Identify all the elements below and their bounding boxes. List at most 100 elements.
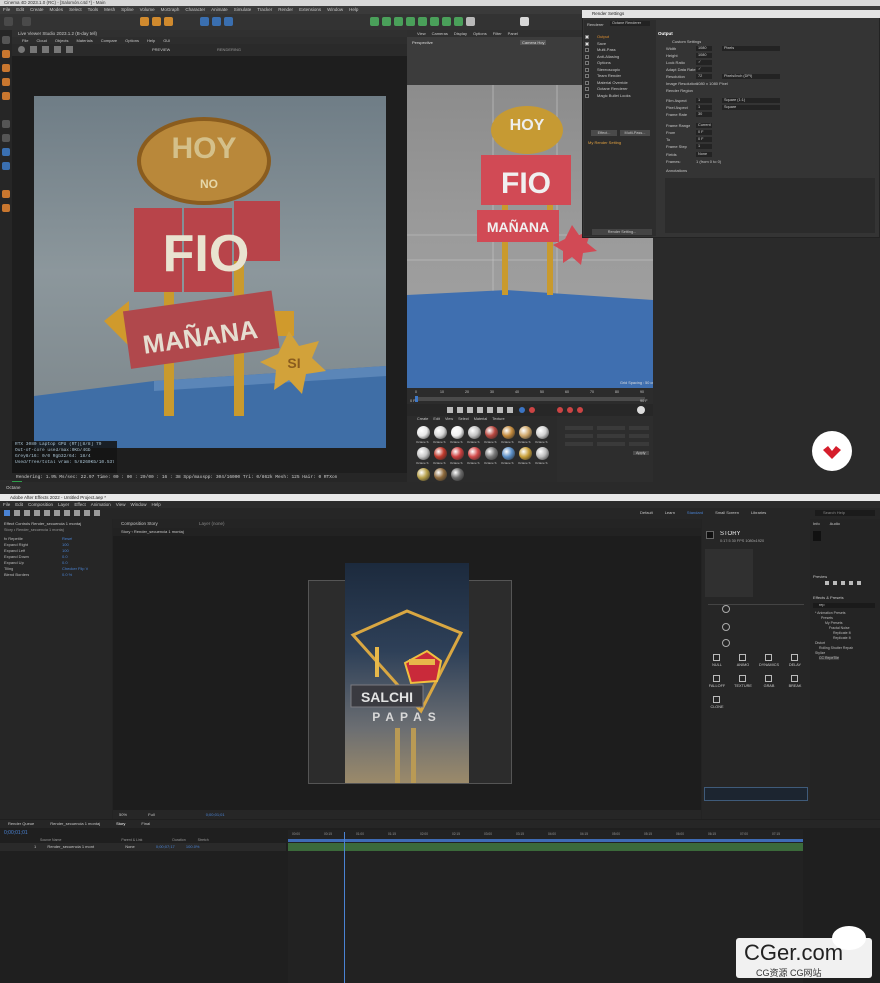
material-menu-item[interactable]: View	[445, 417, 453, 421]
multipass-button[interactable]: Multi-Pass...	[620, 130, 650, 136]
last-frame-icon[interactable]	[857, 581, 861, 585]
render-item-checkbox[interactable]	[585, 87, 589, 91]
key-rotation-icon[interactable]	[577, 407, 583, 413]
c4d-menu-item[interactable]: Modes	[50, 7, 64, 12]
c4d-menu-item[interactable]: File	[3, 7, 10, 12]
c4d-menu-item[interactable]: Spline	[121, 7, 134, 12]
side-tab[interactable]: Info	[813, 521, 820, 526]
render-field-unit-select[interactable]: Pixels/Inch (DPI)	[722, 74, 780, 79]
pan-behind-icon[interactable]	[64, 510, 70, 516]
render-settings-item[interactable]: Team Render	[597, 73, 621, 78]
c4d-menu-item[interactable]: Volume	[140, 7, 155, 12]
zoom-select[interactable]: 50%	[119, 812, 127, 817]
selection-tool-icon[interactable]	[14, 510, 20, 516]
c4d-menu-item[interactable]: Tracker	[257, 7, 272, 12]
edges-mode-icon[interactable]	[2, 64, 10, 72]
points-mode-icon[interactable]	[2, 50, 10, 58]
story-tool-label[interactable]: CLONE	[704, 705, 730, 709]
coord-field[interactable]	[629, 434, 649, 438]
last-frame-icon[interactable]	[507, 407, 513, 413]
octane-icon[interactable]	[466, 17, 475, 26]
render-field-unit-select[interactable]: Square	[722, 105, 780, 110]
effects-tree-item[interactable]: Distort	[815, 641, 825, 645]
render-item-checkbox[interactable]	[585, 54, 589, 59]
render-settings-item[interactable]: Anti-Aliasing	[597, 54, 619, 59]
c4d-menu-item[interactable]: Animate	[211, 7, 228, 12]
knob-icon[interactable]	[722, 605, 730, 613]
sky-icon[interactable]	[520, 17, 529, 26]
rotate-tool-icon[interactable]	[44, 510, 50, 516]
next-key-icon[interactable]	[497, 407, 503, 413]
home-icon[interactable]	[4, 510, 10, 516]
grid-icon[interactable]	[2, 162, 10, 170]
render-settings-item[interactable]: Options	[597, 60, 611, 65]
effects-tree-item[interactable]: Presets	[821, 616, 833, 620]
layer-name[interactable]: Render_secuencia 1 mont	[47, 844, 94, 849]
c4d-menu-item[interactable]: Mesh	[104, 7, 115, 12]
c4d-menu-item[interactable]: Help	[349, 7, 358, 12]
light-icon[interactable]	[454, 17, 463, 26]
material-ball[interactable]	[417, 426, 430, 439]
c4d-menu-item[interactable]: Extensions	[299, 7, 321, 12]
type-tool-icon[interactable]	[94, 510, 100, 516]
ipr-menu-item[interactable]: Options	[125, 38, 139, 43]
material-ball[interactable]	[451, 447, 464, 460]
story-tool-icon[interactable]	[791, 675, 798, 682]
layer-parent[interactable]: None	[125, 844, 135, 849]
workspace-tab[interactable]: Learn	[665, 510, 675, 515]
render-field-value[interactable]: 1	[696, 98, 712, 103]
spline-icon[interactable]	[382, 17, 391, 26]
zoom-tool-icon[interactable]	[34, 510, 40, 516]
effects-tree-item[interactable]: * Animation Presets	[815, 611, 846, 615]
render-item-checkbox[interactable]	[585, 35, 589, 39]
story-tool-label[interactable]: BREAK	[782, 684, 808, 688]
motion-icon[interactable]	[637, 406, 645, 414]
workspace-tab[interactable]: Libraries	[751, 510, 766, 515]
effects-tree-item[interactable]: CC RepeTile	[819, 656, 839, 660]
layer-duration[interactable]: 0;00;07;17	[156, 844, 175, 849]
render-item-checkbox[interactable]	[585, 48, 589, 52]
apply-button[interactable]: Apply	[633, 451, 649, 455]
render-field-value[interactable]: 1080	[696, 53, 712, 58]
effects-tree-item[interactable]: Replicate M	[833, 636, 851, 640]
viewport-menu-item[interactable]: Panel	[508, 31, 518, 36]
paint-icon[interactable]	[2, 190, 10, 198]
undo-icon[interactable]	[4, 17, 13, 26]
ipr-menu-item[interactable]: Materials	[76, 38, 92, 43]
render-field-unit-select[interactable]: Pixels	[722, 46, 780, 51]
ae-menu-item[interactable]: Window	[130, 502, 146, 507]
effects-tree-item[interactable]: Stylize	[815, 651, 825, 655]
viewport-menu-item[interactable]: Display	[454, 31, 467, 36]
material-ball[interactable]	[417, 468, 430, 481]
material-menu-item[interactable]: Edit	[433, 417, 440, 421]
render-field-value[interactable]: 1	[696, 105, 712, 110]
render-field-unit-select[interactable]: Square (1:1)	[722, 98, 780, 103]
render-field-value[interactable]: ✓	[696, 60, 712, 65]
comp-time[interactable]: 0;00;01;01	[206, 812, 225, 817]
timeline-tab[interactable]: Render Queue	[8, 821, 34, 826]
story-tool-label[interactable]: DELAY	[782, 663, 808, 667]
layer-stretch[interactable]: 100.0%	[186, 844, 200, 849]
viewport-menu-item[interactable]: Filter	[493, 31, 502, 36]
ipr-menu-item[interactable]: Objects	[55, 38, 69, 43]
layer-track[interactable]	[288, 843, 803, 851]
material-menu-item[interactable]: Create	[417, 417, 428, 421]
viewport-menu-item[interactable]: Options	[473, 31, 487, 36]
story-tool-icon[interactable]	[791, 654, 798, 661]
material-ball[interactable]	[468, 426, 481, 439]
story-tool-icon[interactable]	[713, 696, 720, 703]
coord-field[interactable]	[629, 426, 649, 430]
scene-icon[interactable]	[430, 17, 439, 26]
story-tool-label[interactable]: DYNAMICS	[756, 663, 782, 667]
c4d-menu-item[interactable]: Edit	[16, 7, 24, 12]
render-mode-select[interactable]: PREVIEW	[152, 47, 170, 52]
comp-tab[interactable]: Composition Story	[121, 521, 158, 526]
search-help-input[interactable]: Search Help	[815, 510, 875, 516]
story-tool-label[interactable]: TEXTURE	[730, 684, 756, 688]
workplane-icon[interactable]	[2, 148, 10, 156]
render-field-value[interactable]: 1	[696, 144, 712, 149]
material-ball[interactable]	[519, 426, 532, 439]
material-menu-item[interactable]: Material	[474, 417, 488, 421]
story-tool-icon[interactable]	[739, 654, 746, 661]
current-time-indicator[interactable]	[344, 832, 345, 983]
